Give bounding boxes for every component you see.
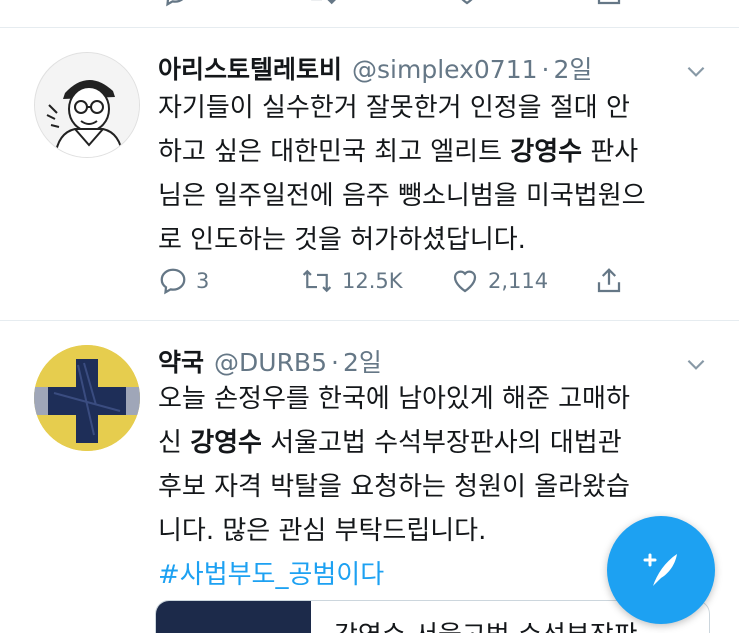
- separator: ·: [331, 348, 339, 377]
- share-icon: [597, 268, 621, 293]
- avatar[interactable]: [34, 52, 140, 158]
- text-line: 오늘 손정우를 한국에 남아있게 해준 고매하: [158, 384, 630, 414]
- retweet-button[interactable]: [305, 0, 339, 8]
- timestamp[interactable]: 2일: [343, 343, 382, 379]
- tweet-actions: 3 12.5K 2,114: [158, 266, 638, 306]
- retweet-icon: [311, 0, 336, 5]
- like-button[interactable]: 2,114: [450, 266, 548, 296]
- reply-icon: [166, 0, 184, 7]
- share-icon: [597, 0, 621, 5]
- avatar[interactable]: [34, 345, 140, 451]
- share-button[interactable]: [594, 266, 624, 296]
- like-count: 2,114: [488, 269, 549, 293]
- user-handle[interactable]: @simplex0711: [352, 55, 538, 84]
- heart-icon: [453, 270, 477, 293]
- display-name[interactable]: 아리스토텔레토비: [158, 50, 342, 86]
- highlighted-name: 강영수: [510, 137, 583, 167]
- user-handle[interactable]: @DURB5: [214, 348, 327, 377]
- timestamp[interactable]: 2일: [553, 50, 592, 86]
- text-line: 로 인도하는 것을 허가하셨답니다.: [158, 225, 526, 255]
- reply-button[interactable]: [160, 0, 190, 8]
- compose-tweet-button[interactable]: [607, 516, 715, 624]
- compose-tweet-icon: [643, 553, 677, 586]
- pharmacy-cross-avatar-image: [34, 345, 140, 451]
- heart-icon: [461, 0, 473, 5]
- text-line: 후보 자격 박탈을 요청하는 청원이 올라왔습: [158, 472, 630, 502]
- separator: ·: [541, 55, 550, 84]
- retweet-count: 12.5K: [342, 269, 403, 293]
- link-preview-image: [156, 601, 311, 633]
- tweet-header: 아리스토텔레토비 @simplex0711 · 2일: [158, 50, 592, 90]
- tweet-text: 자기들이 실수한거 잘못한거 인정을 절대 안 하고 싶은 대한민국 최고 엘리…: [158, 86, 718, 262]
- text-line: 하고 싶은 대한민국 최고 엘리트 강영수 판사: [158, 137, 639, 167]
- text-line: 신 강영수 서울고법 수석부장판사의 대법관: [158, 428, 622, 458]
- display-name[interactable]: 약국: [158, 343, 204, 379]
- cartoon-face-avatar-image: [35, 53, 139, 157]
- tweet[interactable]: 아리스토텔레토비 @simplex0711 · 2일 자기들이 실수한거 잘못한…: [0, 28, 739, 320]
- like-button[interactable]: [452, 0, 482, 8]
- chevron-down-icon[interactable]: [683, 351, 709, 377]
- highlighted-name: 강영수: [190, 428, 262, 458]
- previous-tweet-actions: [0, 0, 739, 22]
- reply-button[interactable]: 3: [158, 266, 209, 296]
- retweet-icon: [302, 269, 332, 293]
- text-line: 님은 일주일전에 음주 뺑소니범을 미국법원으: [158, 181, 646, 211]
- reply-count: 3: [196, 269, 210, 293]
- retweet-button[interactable]: 12.5K: [300, 266, 403, 296]
- share-button[interactable]: [594, 0, 624, 8]
- chevron-down-icon[interactable]: [683, 58, 709, 84]
- text-line: 자기들이 실수한거 잘못한거 인정을 절대 안: [158, 93, 630, 123]
- link-preview-title: 강영수 서울고법 수석부장판: [334, 615, 638, 633]
- reply-icon: [160, 268, 186, 295]
